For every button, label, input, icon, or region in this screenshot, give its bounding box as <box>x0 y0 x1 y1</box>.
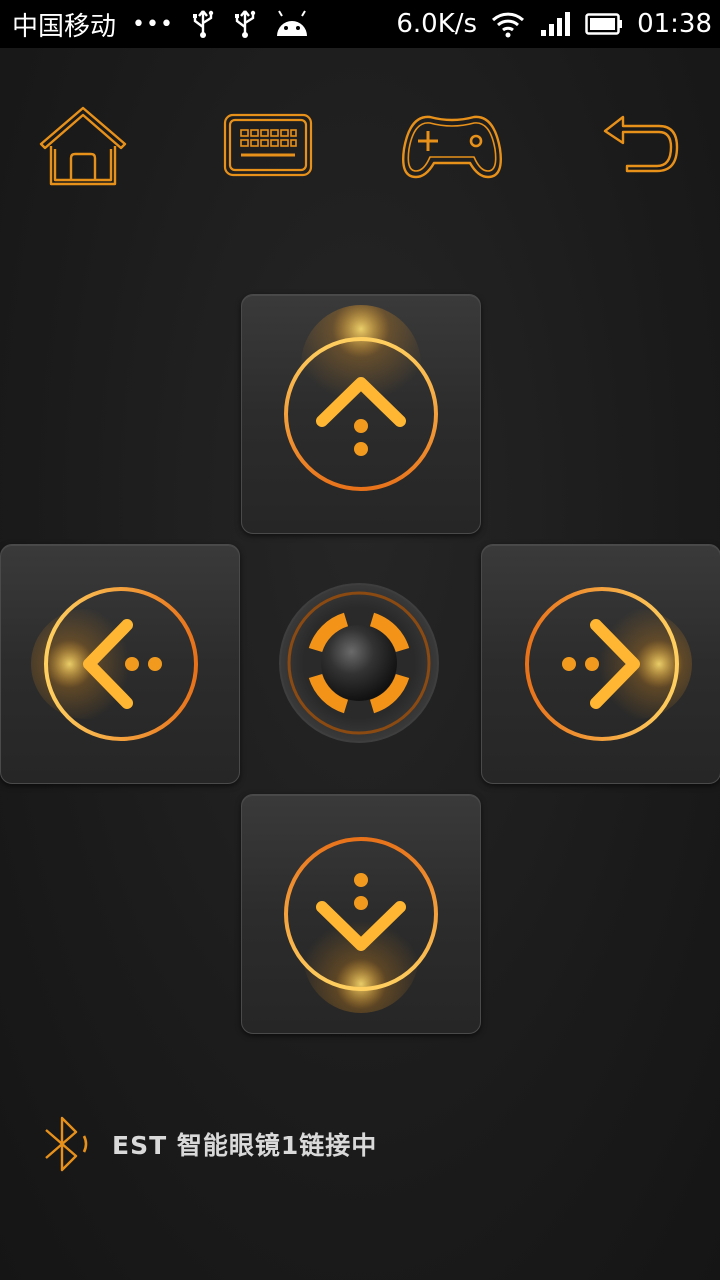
chevron-left-icon <box>31 587 198 741</box>
home-icon <box>39 106 127 186</box>
dpad-down-button[interactable] <box>241 794 481 1034</box>
clock: 01:38 <box>637 9 712 39</box>
keyboard-icon <box>223 113 313 177</box>
home-button[interactable] <box>28 95 138 195</box>
back-arrow-icon <box>603 115 679 173</box>
wifi-icon <box>491 10 525 38</box>
back-button[interactable] <box>586 95 696 195</box>
status-right: 6.0K/s 01:38 <box>396 0 712 48</box>
chevron-down-icon <box>284 837 438 1013</box>
dpad-up-button[interactable] <box>241 294 481 534</box>
status-left: 中国移动 ••• <box>12 0 310 48</box>
status-bar: 中国移动 ••• 6.0K/s 01:38 <box>0 0 720 48</box>
remote-control-screen: 中国移动 ••• 6.0K/s 01:38 EST 智能眼镜1链接中 <box>0 0 720 1280</box>
bluetooth-status: EST 智能眼镜1链接中 <box>40 1112 377 1176</box>
bluetooth-icon <box>45 1116 88 1172</box>
dpad-left-button[interactable] <box>0 544 240 784</box>
dpad-right-button[interactable] <box>481 544 720 784</box>
keyboard-button[interactable] <box>213 95 323 195</box>
bluetooth-status-text: EST 智能眼镜1链接中 <box>112 1131 378 1160</box>
usb-icon <box>190 9 216 39</box>
battery-icon <box>585 12 623 36</box>
net-speed: 6.0K/s <box>396 9 478 39</box>
gamepad-button[interactable] <box>397 95 507 195</box>
chevron-up-icon <box>284 305 438 491</box>
notification-dots: ••• <box>132 11 174 37</box>
top-toolbar <box>0 95 720 195</box>
gamepad-icon <box>402 115 502 179</box>
center-ring-icon <box>279 583 439 743</box>
carrier-name: 中国移动 <box>12 11 117 42</box>
dpad-center-ok-button[interactable] <box>279 583 439 743</box>
android-icon <box>274 10 310 38</box>
usb-debug-icon <box>232 9 258 39</box>
chevron-right-icon <box>525 587 692 741</box>
signal-icon <box>539 10 571 38</box>
